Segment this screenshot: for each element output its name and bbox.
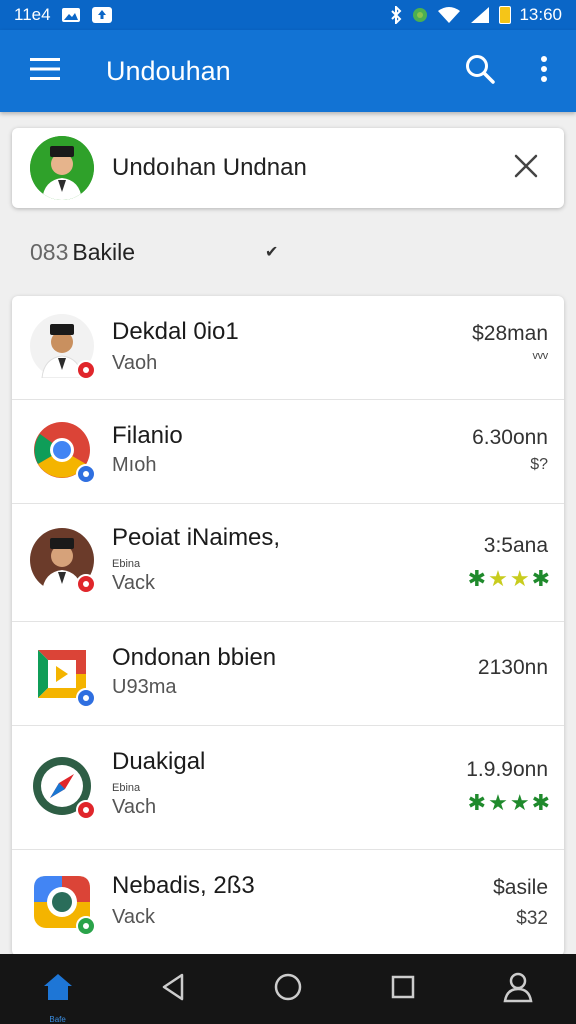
hamburger-menu-icon [30, 57, 60, 85]
recents-icon [391, 975, 415, 1004]
item-title: Duakigal [112, 748, 206, 775]
star-icon: ★ [488, 566, 508, 591]
item-subtitle: U93ma [112, 676, 177, 698]
star-icon: ✱ [531, 566, 550, 591]
item-caption: Ebina [112, 782, 141, 794]
list-item[interactable]: Duakigal Ebina Vach 1.9.9onn ✱ ★ ★ ✱ [12, 726, 564, 850]
star-icon: ✱ [467, 790, 487, 815]
badge-icon [76, 574, 96, 594]
nav-home-circle-button[interactable] [253, 954, 323, 1024]
home-circle-icon [274, 973, 302, 1006]
person-avatar-icon [30, 314, 96, 380]
vpn-icon [411, 6, 429, 24]
cloud-upload-icon [91, 6, 113, 24]
nav-home-button[interactable]: Bafe [23, 954, 93, 1024]
item-value: 3:5ana [483, 534, 548, 557]
status-time-left: 11e4 [14, 5, 51, 24]
item-subtitle: Mıoh [112, 454, 157, 476]
clear-search-button[interactable] [506, 148, 546, 188]
list-item[interactable]: Ondonan bbien U93ma 2130nn [12, 622, 564, 726]
section-number: 083 [30, 238, 69, 265]
battery-icon [499, 6, 512, 24]
chrome-icon [30, 418, 96, 484]
nav-recents-button[interactable] [368, 954, 438, 1024]
lens-app-icon [30, 870, 96, 936]
app-bar: Undouhan [0, 30, 576, 112]
search-icon [464, 53, 496, 90]
item-subtitle: Vaoh [112, 352, 158, 374]
check-icon: ✔ [265, 244, 279, 261]
search-button[interactable] [448, 30, 512, 112]
badge-icon [76, 800, 96, 820]
wifi-icon [437, 6, 461, 24]
item-value: 6.30onn [472, 426, 548, 449]
person-avatar-icon [30, 528, 96, 594]
nav-profile-button[interactable] [483, 954, 553, 1024]
item-title: Nebadis, 2ß3 [112, 872, 255, 899]
page-title: Undouhan [106, 55, 231, 86]
search-input[interactable]: Undoıhan Undnan [112, 154, 307, 182]
compass-icon [30, 754, 96, 820]
item-meta: $? [530, 456, 548, 473]
signal-icon [469, 6, 491, 24]
back-icon [160, 973, 186, 1006]
item-subtitle: Vack [112, 906, 155, 928]
badge-icon [76, 360, 96, 380]
item-title: Ondonan bbien [112, 644, 277, 671]
item-caption: Ebina [112, 558, 141, 570]
list-item[interactable]: Dekdal 0io1 Vaoh $28man ᵛᵛᵛ [12, 296, 564, 400]
item-subtitle: Vach [112, 796, 157, 818]
item-title: Filanio [112, 422, 183, 449]
status-time-right: 13:60 [519, 5, 562, 24]
item-value: $asile [493, 876, 548, 899]
rating-stars: ✱ ★ ★ ✱ [468, 568, 550, 590]
list-item[interactable]: Nebadis, 2ß3 Vack $asile $32 [12, 850, 564, 956]
star-icon: ✱ [467, 566, 487, 591]
item-value: 1.9.9onn [466, 758, 548, 781]
section-header[interactable]: 083 Bakile ✔ [30, 232, 278, 272]
more-vertical-icon [540, 55, 548, 88]
slides-app-icon [30, 642, 96, 708]
section-label: Bakile [72, 238, 136, 265]
star-icon: ★ [509, 566, 530, 591]
star-icon: ✱ [531, 790, 550, 815]
avatar [30, 136, 94, 200]
badge-icon [76, 464, 96, 484]
navigation-bar: Bafe [0, 954, 576, 1024]
status-bar: 11e4 13:60 [0, 0, 576, 30]
bluetooth-icon [389, 6, 403, 24]
item-meta: $32 [516, 908, 548, 929]
nav-home-label: Bafe [49, 1015, 66, 1024]
nav-back-button[interactable] [138, 954, 208, 1024]
star-icon: ★ [488, 790, 508, 815]
item-title: Dekdal 0io1 [112, 318, 239, 345]
item-meta: ᵛᵛᵛ [532, 350, 548, 367]
result-list: Dekdal 0io1 Vaoh $28man ᵛᵛᵛ Filanio Mıoh… [12, 296, 564, 956]
badge-icon [76, 688, 96, 708]
badge-icon [76, 916, 96, 936]
profile-icon [503, 971, 533, 1008]
search-field[interactable]: Undoıhan Undnan [12, 128, 564, 208]
list-item[interactable]: Filanio Mıoh 6.30onn $? [12, 400, 564, 504]
item-subtitle: Vack [112, 572, 155, 594]
rating-stars: ✱ ★ ★ ✱ [468, 792, 550, 814]
item-value: 2130nn [477, 656, 548, 679]
list-item[interactable]: Peoiat iNaimes, Ebina Vack 3:5ana ✱ ★ ★ … [12, 504, 564, 622]
image-icon [61, 7, 81, 23]
menu-button[interactable] [0, 30, 90, 112]
close-icon [514, 154, 538, 183]
item-title: Peoiat iNaimes, [112, 524, 281, 551]
more-options-button[interactable] [512, 30, 576, 112]
item-value: $28man [472, 322, 548, 345]
star-icon: ★ [509, 790, 530, 815]
home-icon [42, 972, 74, 1007]
